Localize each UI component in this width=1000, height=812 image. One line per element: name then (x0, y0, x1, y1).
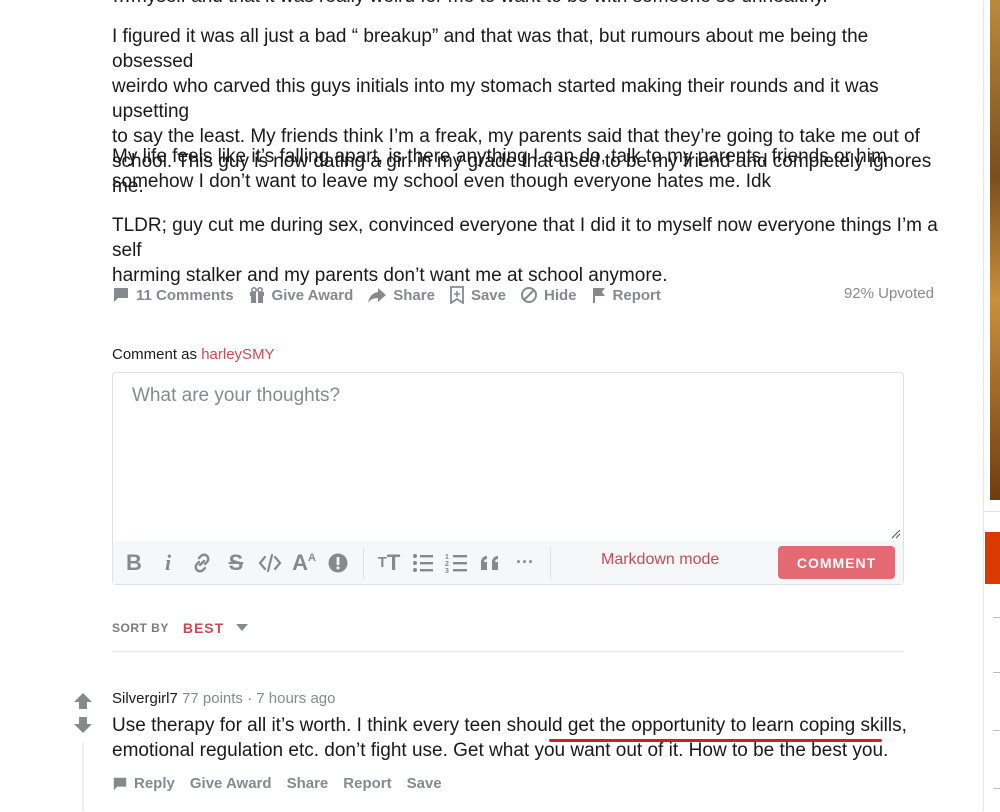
resize-handle-icon[interactable] (891, 529, 901, 539)
gift-icon (249, 286, 264, 303)
red-underline-annotation (549, 739, 882, 742)
share-icon (368, 288, 387, 303)
more-icon[interactable]: ··· (508, 546, 542, 580)
share-button[interactable]: Share (367, 286, 435, 304)
meta-separator: · (247, 690, 253, 707)
hide-label: Hide (544, 286, 577, 304)
hide-button[interactable]: Hide (520, 286, 577, 304)
sort-by-label: SORT BY (112, 621, 169, 635)
comment-thread-line[interactable] (82, 742, 84, 811)
post-actions-bar: 11 Comments Give Award Share Save Hide R… (112, 283, 675, 307)
post-line: somehow I don’t want to leave my school … (112, 171, 772, 192)
comments-button[interactable]: 11 Comments (112, 286, 234, 304)
svg-text:1: 1 (445, 554, 449, 561)
code-icon[interactable] (253, 546, 287, 580)
link-icon[interactable] (185, 546, 219, 580)
post-line: TLDR; guy cut me during sex, convinced e… (112, 215, 938, 261)
bold-icon[interactable]: B (117, 546, 151, 580)
comment-meta: Silvergirl7 77 points · 7 hours ago (112, 690, 336, 707)
comment-line: Use therapy for all it’s worth. I think … (112, 715, 907, 736)
comment-report-button[interactable]: Report (343, 775, 391, 792)
hide-icon (521, 287, 537, 303)
post-line: I figured it was all just a bad “ breaku… (112, 26, 869, 72)
comment-as-label: Comment as harleySMY (112, 346, 275, 363)
toolbar-divider (550, 546, 551, 579)
comment-icon (114, 288, 128, 302)
comment-save-button[interactable]: Save (407, 775, 442, 792)
comment-submit-button[interactable]: COMMENT (778, 546, 895, 579)
numbered-list-icon[interactable]: 123 (440, 546, 474, 580)
reply-button[interactable]: Reply (112, 775, 175, 792)
markdown-mode-button[interactable]: Markdown mode (601, 551, 719, 569)
caret-down-icon[interactable] (236, 624, 249, 632)
comment-points: 77 points (182, 690, 243, 707)
post-line: My life feels like it’s falling apart, i… (112, 146, 887, 167)
save-label: Save (470, 286, 506, 304)
flag-icon (592, 288, 605, 303)
quote-icon[interactable] (474, 546, 508, 580)
upvote-ratio: 92% Upvoted (843, 285, 934, 302)
editor-toolbar: B i S AA TT 123 ··· Markdown mode COMMEN… (113, 541, 903, 584)
post-cropped-line: …myself and that it was really weird for… (112, 0, 942, 9)
sort-value[interactable]: BEST (183, 620, 224, 636)
sidebar-card-header (985, 532, 1000, 584)
comment-editor: B i S AA TT 123 ··· Markdown mode COMMEN… (112, 372, 904, 585)
downvote-arrow-icon[interactable] (73, 716, 93, 739)
share-label: Share (393, 286, 435, 304)
svg-text:2: 2 (445, 561, 449, 568)
comment-author[interactable]: Silvergirl7 (112, 690, 178, 707)
spoiler-icon[interactable] (321, 546, 355, 580)
comment-share-button[interactable]: Share (287, 775, 329, 792)
sort-control[interactable]: SORT BY BEST (112, 620, 249, 636)
post-paragraph-3: TLDR; guy cut me during sex, convinced e… (112, 213, 942, 288)
post-paragraph-2: My life feels like it’s falling apart, i… (112, 144, 942, 194)
comment-give-award-button[interactable]: Give Award (190, 775, 272, 792)
comments-label: 11 Comments (136, 286, 234, 304)
username-link[interactable]: harleySMY (201, 346, 274, 363)
italic-icon[interactable]: i (151, 546, 185, 580)
comment-input[interactable] (113, 373, 903, 541)
comment-time[interactable]: 7 hours ago (256, 690, 335, 707)
svg-text:3: 3 (445, 568, 449, 574)
comment-as-text: Comment as (112, 346, 198, 363)
comment-line: emotional regulation etc. don’t fight us… (112, 740, 889, 761)
report-button[interactable]: Report (591, 286, 661, 304)
reply-label: Reply (134, 775, 175, 792)
report-label: Report (612, 286, 661, 304)
sidebar-divider (985, 511, 1000, 512)
upvote-arrow-icon[interactable] (73, 692, 93, 715)
save-button[interactable]: Save (449, 286, 506, 304)
sidebar-banner-image (990, 0, 1000, 500)
bulleted-list-icon[interactable] (406, 546, 440, 580)
give-award-label: Give Award (271, 286, 354, 304)
comment-icon (113, 777, 127, 790)
comment-body: Use therapy for all it’s worth. I think … (112, 713, 912, 763)
bookmark-icon (450, 286, 464, 304)
superscript-icon[interactable]: AA (287, 546, 321, 580)
section-divider (112, 651, 904, 652)
toolbar-divider (363, 546, 364, 579)
give-award-button[interactable]: Give Award (248, 286, 354, 304)
comment-actions-bar: Reply Give Award Share Report Save (112, 775, 457, 792)
strikethrough-icon[interactable]: S (219, 546, 253, 580)
heading-icon[interactable]: TT (372, 546, 406, 580)
post-line: weirdo who carved this guys initials int… (112, 76, 879, 122)
